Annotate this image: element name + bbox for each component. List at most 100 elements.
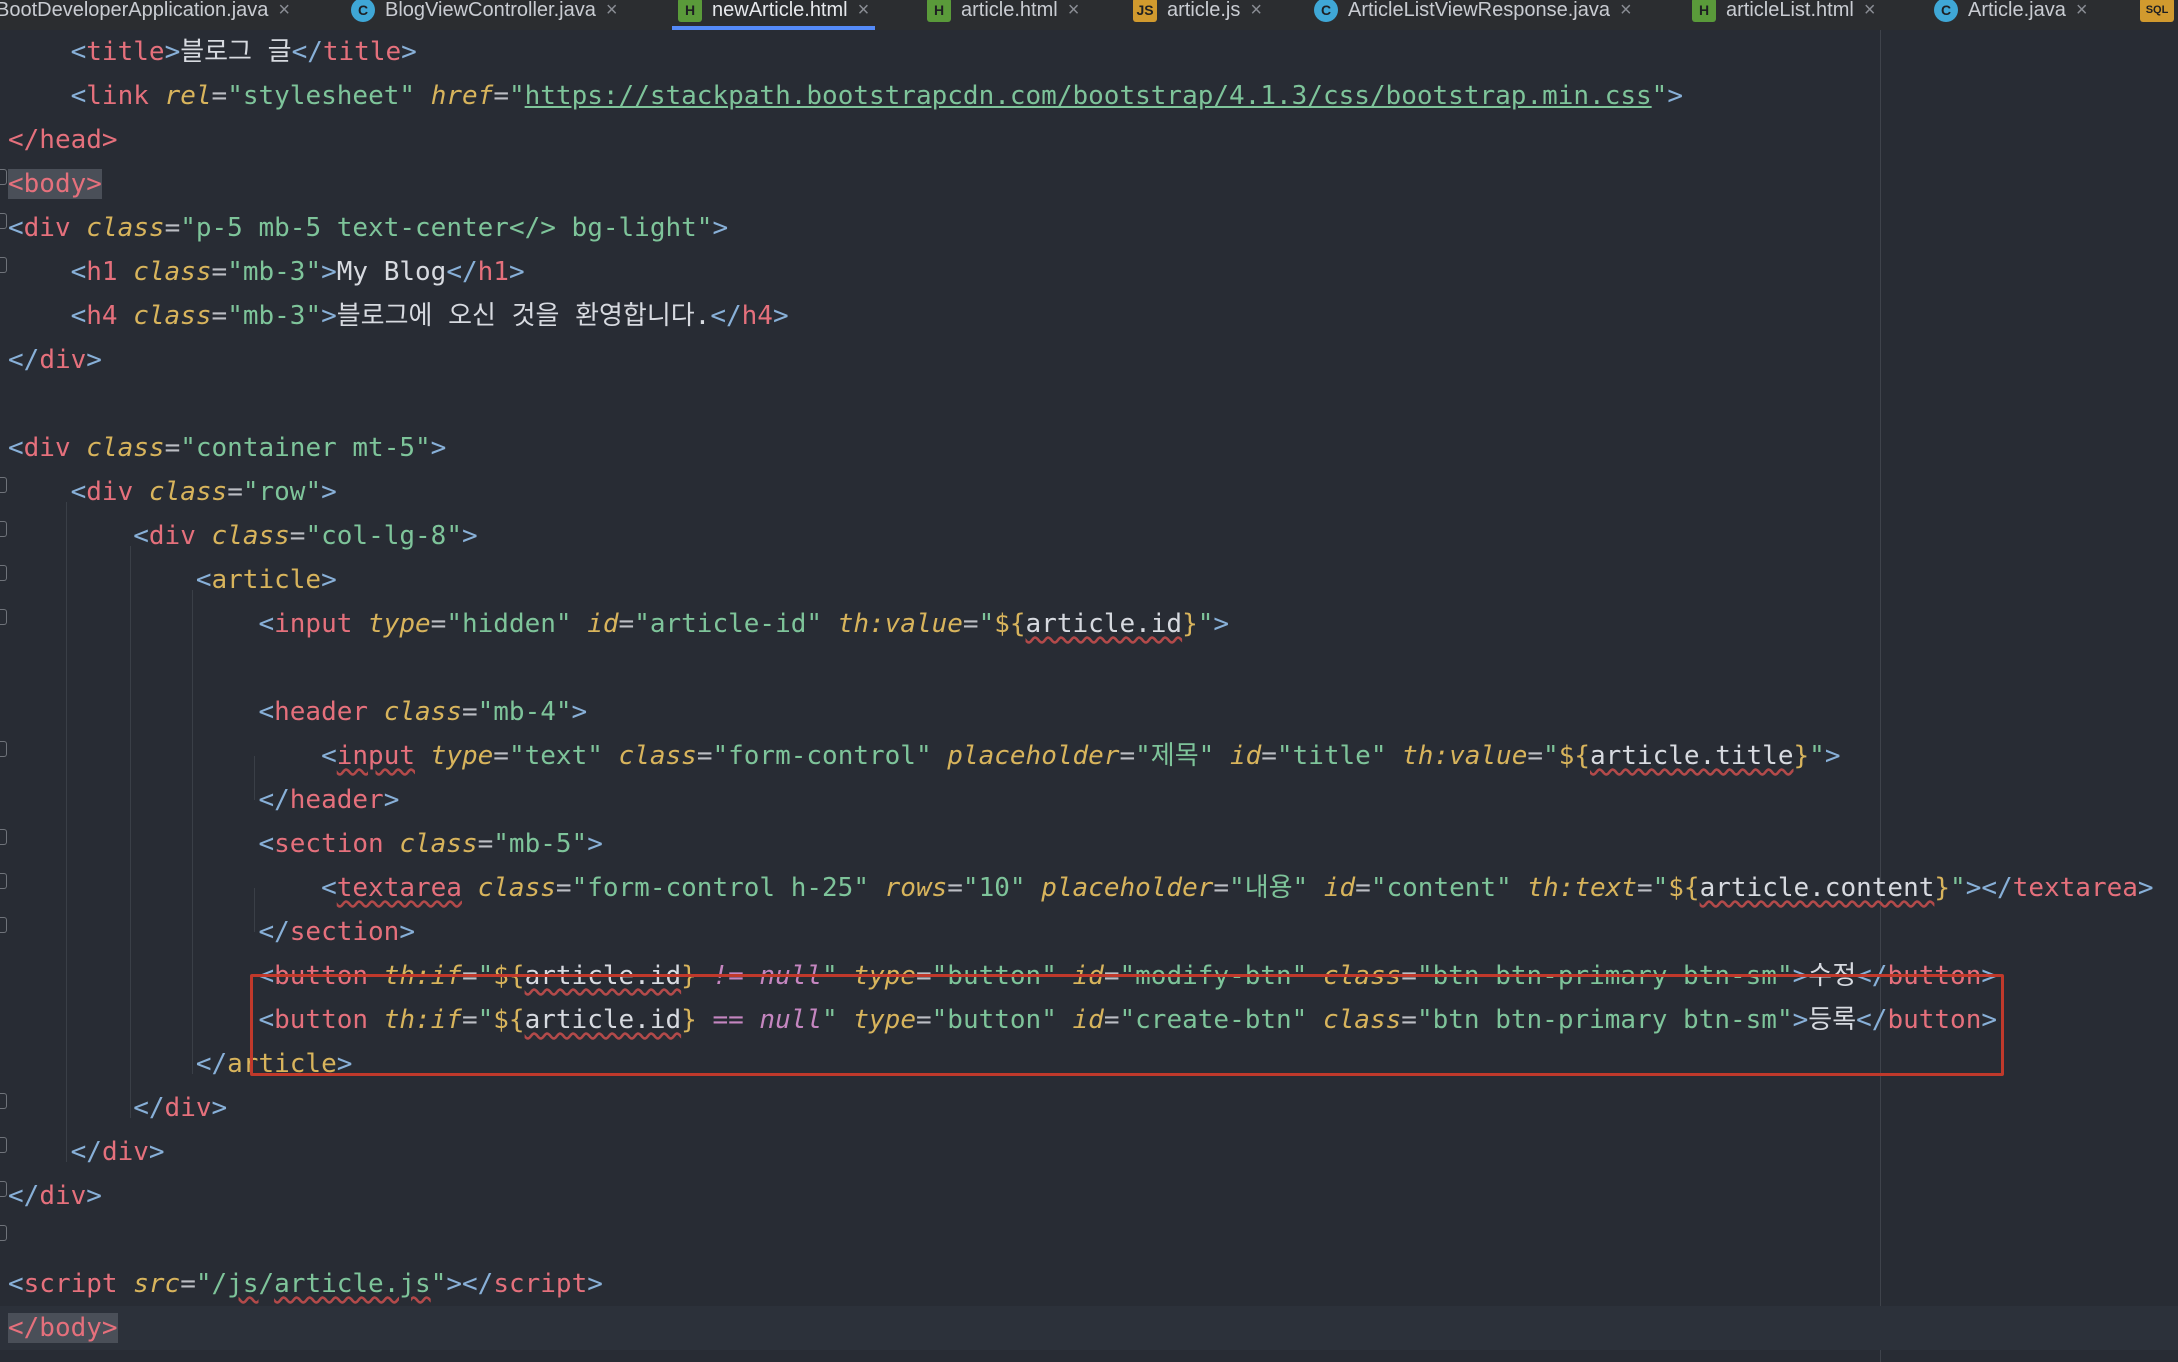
current-code-line[interactable]: </body>	[0, 1306, 2178, 1350]
fold-marker[interactable]	[0, 741, 7, 757]
fold-marker[interactable]	[0, 169, 7, 185]
code-line[interactable]: <div class="col-lg-8">	[8, 514, 477, 558]
token: =	[430, 609, 447, 639]
close-icon[interactable]: ×	[1068, 0, 1080, 22]
code-line[interactable]: <div class="p-5 mb-5 text-center</> bg-l…	[8, 206, 728, 250]
right-margin-guide	[1880, 30, 1881, 1362]
token: article	[211, 565, 322, 595]
token: section	[274, 829, 384, 859]
token: <	[321, 741, 337, 771]
code-line[interactable]: <article>	[8, 558, 337, 602]
token: >	[430, 433, 447, 463]
code-line[interactable]: <title>블로그 글</title>	[8, 30, 417, 74]
token: >	[86, 345, 102, 375]
code-line[interactable]: <input type="text" class="form-control" …	[8, 734, 1840, 778]
code-line[interactable]: </div>	[8, 338, 102, 382]
token: </	[446, 257, 478, 287]
token: "text"	[508, 741, 603, 771]
token: link	[86, 81, 149, 111]
close-icon[interactable]: ×	[278, 0, 290, 22]
fold-marker[interactable]	[0, 1093, 7, 1109]
token: class	[148, 477, 228, 507]
token: "mb-4"	[477, 697, 572, 727]
token: </	[462, 1269, 494, 1299]
code-line[interactable]: </header>	[8, 778, 399, 822]
token: <body>	[8, 169, 102, 199]
fold-marker[interactable]	[0, 873, 7, 889]
editor-tab[interactable]: HnewArticle.html ×	[672, 0, 876, 30]
fold-marker[interactable]	[0, 829, 7, 845]
token: placeholder	[1041, 873, 1214, 903]
token: >	[211, 1093, 228, 1123]
code-line[interactable]: </head>	[8, 118, 118, 162]
editor-tab[interactable]: BootDeveloperApplication.java ×	[0, 0, 296, 30]
code-line[interactable]: <body>	[8, 162, 102, 206]
token: </	[8, 345, 40, 375]
fold-marker[interactable]	[0, 1225, 7, 1241]
code-line[interactable]: <div class="container mt-5">	[8, 426, 446, 470]
fold-marker[interactable]	[0, 1137, 7, 1153]
code-line[interactable]: </div>	[8, 1086, 227, 1130]
html-icon: H	[927, 0, 951, 22]
token: textarea	[2012, 873, 2138, 903]
code-line[interactable]: <h4 class="mb-3">블로그에 오신 것을 환영합니다.</h4>	[8, 294, 789, 338]
close-icon[interactable]: ×	[606, 0, 618, 22]
editor-tab[interactable]: HarticleList.html ×	[1686, 0, 1882, 30]
token: =	[289, 521, 306, 551]
code-line[interactable]: </section>	[8, 910, 415, 954]
token: =	[962, 609, 979, 639]
fold-marker[interactable]	[0, 565, 7, 581]
editor-tab[interactable]: C ArticleListViewResponse.java ×	[1308, 0, 1638, 30]
editor-tab[interactable]: JS article.js ×	[1127, 0, 1268, 30]
fold-marker[interactable]	[0, 1181, 7, 1197]
token: </	[291, 37, 323, 67]
code-line[interactable]: <div class="row">	[8, 470, 337, 514]
token: <	[8, 1269, 24, 1299]
editor-tab-label: article.html	[961, 0, 1058, 21]
fold-marker[interactable]	[0, 477, 7, 493]
code-line[interactable]: <script src="/js/article.js"></script>	[8, 1262, 603, 1306]
close-icon[interactable]: ×	[1620, 0, 1632, 22]
code-line[interactable]: <textarea class="form-control h-25" rows…	[8, 866, 2153, 910]
fold-marker[interactable]	[0, 609, 7, 625]
close-icon[interactable]: ×	[1250, 0, 1262, 22]
token: article.content	[1699, 873, 1935, 903]
url-link[interactable]: https://stackpath.bootstrapcdn.com/boots…	[525, 81, 1652, 111]
token: "내용"	[1229, 873, 1309, 903]
token: "	[508, 81, 525, 111]
fold-marker[interactable]	[0, 257, 7, 273]
token: "content"	[1370, 873, 1512, 903]
token: title	[86, 37, 165, 67]
token: >	[321, 301, 337, 331]
code-line[interactable]: <section class="mb-5">	[8, 822, 602, 866]
close-icon[interactable]: ×	[2076, 0, 2088, 22]
code-line[interactable]: <header class="mb-4">	[8, 690, 587, 734]
code-line[interactable]: <h1 class="mb-3">My Blog</h1>	[8, 250, 525, 294]
editor-tab[interactable]: C Article.java ×	[1928, 0, 2094, 30]
fold-marker[interactable]	[0, 213, 7, 229]
fold-marker[interactable]	[0, 521, 7, 537]
code-line[interactable]: </div>	[8, 1130, 165, 1174]
close-icon[interactable]: ×	[858, 0, 870, 22]
editor-tab[interactable]: Harticle.html ×	[921, 0, 1085, 30]
token: }	[1182, 609, 1198, 639]
code-editor[interactable]: <title>블로그 글</title> <link rel="styleshe…	[0, 30, 2178, 1362]
token: =	[947, 873, 963, 903]
token: =	[227, 477, 243, 507]
fold-marker[interactable]	[0, 917, 7, 933]
code-line[interactable]: <link rel="stylesheet" href="https://sta…	[8, 74, 1683, 118]
editor-tab[interactable]: C BlogViewController.java ×	[345, 0, 624, 30]
token: </	[133, 1093, 165, 1123]
token: class	[477, 873, 556, 903]
code-line[interactable]: </div>	[8, 1174, 102, 1218]
code-line[interactable]: <input type="hidden" id="article-id" th:…	[8, 602, 1229, 646]
token: ${	[1668, 873, 1700, 903]
sql-file-icon[interactable]: SQL	[2134, 0, 2178, 30]
close-icon[interactable]: ×	[1864, 0, 1876, 22]
token: =	[618, 609, 635, 639]
token: =	[555, 873, 572, 903]
token: section	[289, 917, 400, 947]
token: <	[258, 829, 275, 859]
token: "p-5 mb-5 text-center</> bg-light"	[180, 213, 713, 243]
token: >	[1213, 609, 1230, 639]
